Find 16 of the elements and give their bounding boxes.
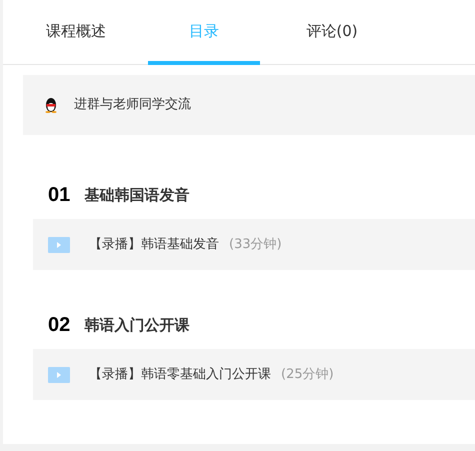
chapter-number: 01 bbox=[48, 183, 70, 208]
play-icon bbox=[48, 366, 70, 382]
tab[interactable]: 评论(0) bbox=[276, 0, 388, 65]
lesson-title: 【录播】韩语零基础入门公开课 bbox=[89, 366, 271, 384]
chapter-title: 基础韩国语发音 bbox=[84, 184, 190, 206]
lesson-duration: (25分钟) bbox=[281, 366, 334, 384]
penguin-icon bbox=[43, 97, 59, 113]
group-chat-link[interactable]: 进群与老师同学交流 bbox=[74, 95, 191, 115]
tab[interactable]: 课程概述 bbox=[20, 0, 132, 65]
chapter-number: 02 bbox=[48, 313, 70, 338]
play-icon bbox=[48, 236, 70, 252]
lesson-row[interactable]: 【录播】韩语基础发音 (33分钟) bbox=[33, 219, 475, 270]
lesson-row[interactable]: 【录播】韩语零基础入门公开课 (25分钟) bbox=[33, 349, 475, 400]
chapter-title: 韩语入门公开课 bbox=[84, 314, 190, 336]
lesson-title: 【录播】韩语基础发音 bbox=[89, 236, 219, 254]
lesson-duration: (33分钟) bbox=[229, 236, 282, 254]
